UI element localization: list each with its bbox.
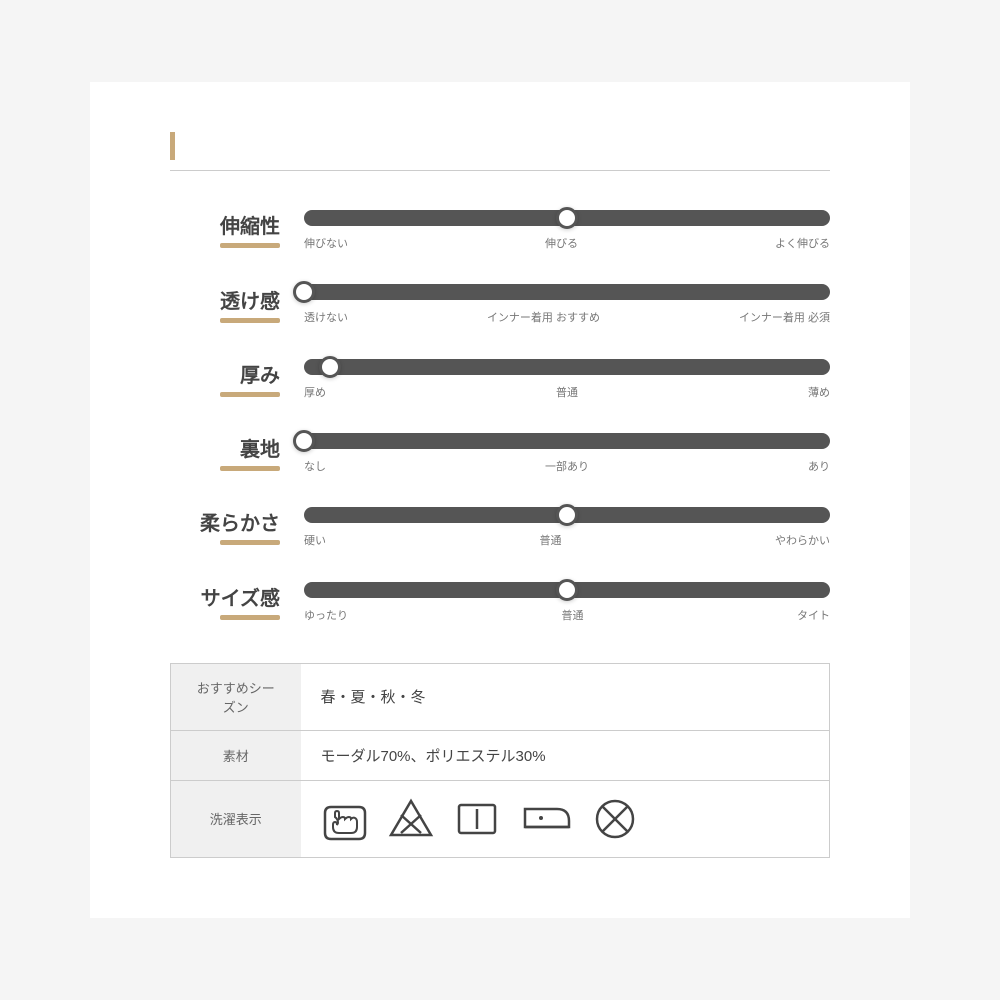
slider-thumb-stretch — [556, 207, 578, 229]
slider-track-label: インナー着用 おすすめ — [487, 311, 600, 325]
slider-label-text-thickness: 厚み — [170, 359, 280, 388]
slider-label-col-stretch: 伸縮性 — [170, 210, 280, 248]
table-row-season: おすすめシーズン 春・夏・秋・冬 — [171, 663, 830, 730]
slider-label-underline-softness — [220, 540, 280, 545]
slider-track-labels-thickness: 厚め 普通 薄め — [304, 386, 830, 400]
slider-track-label: 薄め — [808, 386, 830, 400]
slider-label-text-transparency: 透け感 — [170, 285, 280, 314]
detail-information-card: 伸縮性伸びない 伸びる よく伸びる透け感透けない インナー着用 おすすめ インナー着用 … — [90, 82, 910, 918]
slider-track-label: 普通 — [540, 534, 562, 548]
sliders-area: 伸縮性伸びない 伸びる よく伸びる透け感透けない インナー着用 おすすめ インナー着用 … — [170, 207, 830, 623]
slider-track-label: なし — [304, 460, 326, 474]
slider-track-col-lining: なし 一部あり あり — [304, 430, 830, 474]
slider-thumb-softness — [556, 504, 578, 526]
slider-row-size: サイズ感ゆったり 普通 タイト — [170, 579, 830, 623]
slider-track-labels-transparency: 透けない インナー着用 おすすめ インナー着用 必須 — [304, 311, 830, 325]
slider-track-label: タイト — [797, 609, 830, 623]
slider-row-lining: 裏地なし 一部あり あり — [170, 430, 830, 474]
slider-track-label: 厚め — [304, 386, 326, 400]
slider-track-col-size: ゆったり 普通 タイト — [304, 579, 830, 623]
slider-track-labels-size: ゆったり 普通 タイト — [304, 609, 830, 623]
slider-track-wrapper-transparency — [304, 281, 830, 303]
slider-label-col-thickness: 厚み — [170, 359, 280, 397]
slider-track-label: インナー着用 必須 — [739, 311, 830, 325]
slider-track-col-softness: 硬い 普通 やわらかい — [304, 504, 830, 548]
laundry-label: 洗濯表示 — [171, 780, 301, 857]
slider-row-softness: 柔らかさ硬い 普通 やわらかい — [170, 504, 830, 548]
slider-thumb-thickness — [319, 356, 341, 378]
slider-track-bg-lining — [304, 433, 830, 449]
no-bleach-icon — [387, 795, 435, 843]
slider-track-wrapper-softness — [304, 504, 830, 526]
slider-track-bg-transparency — [304, 284, 830, 300]
slider-track-labels-lining: なし 一部あり あり — [304, 460, 830, 474]
info-table: おすすめシーズン 春・夏・秋・冬 素材 モーダル70%、ポリエステル30% 洗濯… — [170, 663, 830, 858]
slider-track-label: 一部あり — [545, 460, 589, 474]
slider-label-text-size: サイズ感 — [170, 582, 280, 611]
season-label: おすすめシーズン — [171, 663, 301, 730]
slider-label-col-lining: 裏地 — [170, 433, 280, 471]
dry-flat-icon — [453, 795, 501, 843]
slider-track-col-transparency: 透けない インナー着用 おすすめ インナー着用 必須 — [304, 281, 830, 325]
slider-track-label: よく伸びる — [775, 237, 830, 251]
slider-label-text-stretch: 伸縮性 — [170, 210, 280, 239]
slider-label-underline-thickness — [220, 392, 280, 397]
section-header — [170, 132, 830, 171]
slider-label-text-softness: 柔らかさ — [170, 507, 280, 536]
no-tumble-dry-icon — [591, 795, 639, 843]
slider-label-underline-size — [220, 615, 280, 620]
slider-track-wrapper-lining — [304, 430, 830, 452]
table-row-material: 素材 モーダル70%、ポリエステル30% — [171, 730, 830, 780]
slider-track-wrapper-size — [304, 579, 830, 601]
slider-track-label: 伸びない — [304, 237, 348, 251]
slider-track-label: 普通 — [562, 609, 584, 623]
slider-row-thickness: 厚み厚め 普通 薄め — [170, 356, 830, 400]
slider-track-bg-thickness — [304, 359, 830, 375]
slider-track-label: やわらかい — [775, 534, 830, 548]
slider-track-label: あり — [808, 460, 830, 474]
slider-row-transparency: 透け感透けない インナー着用 おすすめ インナー着用 必須 — [170, 281, 830, 325]
slider-track-labels-stretch: 伸びない 伸びる よく伸びる — [304, 237, 830, 251]
material-value: モーダル70%、ポリエステル30% — [301, 730, 830, 780]
slider-track-labels-softness: 硬い 普通 やわらかい — [304, 534, 830, 548]
table-row-laundry: 洗濯表示 — [171, 780, 830, 857]
slider-track-label: 硬い — [304, 534, 326, 548]
slider-label-text-lining: 裏地 — [170, 433, 280, 462]
laundry-icons-container — [321, 795, 810, 843]
slider-track-col-thickness: 厚め 普通 薄め — [304, 356, 830, 400]
title-accent-bar — [170, 132, 175, 160]
slider-track-wrapper-thickness — [304, 356, 830, 378]
slider-thumb-transparency — [293, 281, 315, 303]
iron-low-icon — [519, 795, 573, 843]
slider-label-col-size: サイズ感 — [170, 582, 280, 620]
slider-track-col-stretch: 伸びない 伸びる よく伸びる — [304, 207, 830, 251]
hand-wash-icon — [321, 795, 369, 843]
slider-label-col-softness: 柔らかさ — [170, 507, 280, 545]
material-label: 素材 — [171, 730, 301, 780]
slider-label-col-transparency: 透け感 — [170, 285, 280, 323]
slider-track-wrapper-stretch — [304, 207, 830, 229]
slider-row-stretch: 伸縮性伸びない 伸びる よく伸びる — [170, 207, 830, 251]
slider-label-underline-transparency — [220, 318, 280, 323]
slider-track-label: ゆったり — [304, 609, 348, 623]
slider-thumb-lining — [293, 430, 315, 452]
slider-track-label: 伸びる — [545, 237, 578, 251]
slider-track-label: 透けない — [304, 311, 348, 325]
slider-label-underline-stretch — [220, 243, 280, 248]
slider-label-underline-lining — [220, 466, 280, 471]
season-value: 春・夏・秋・冬 — [301, 663, 830, 730]
laundry-value — [301, 780, 830, 857]
slider-thumb-size — [556, 579, 578, 601]
slider-track-label: 普通 — [556, 386, 578, 400]
